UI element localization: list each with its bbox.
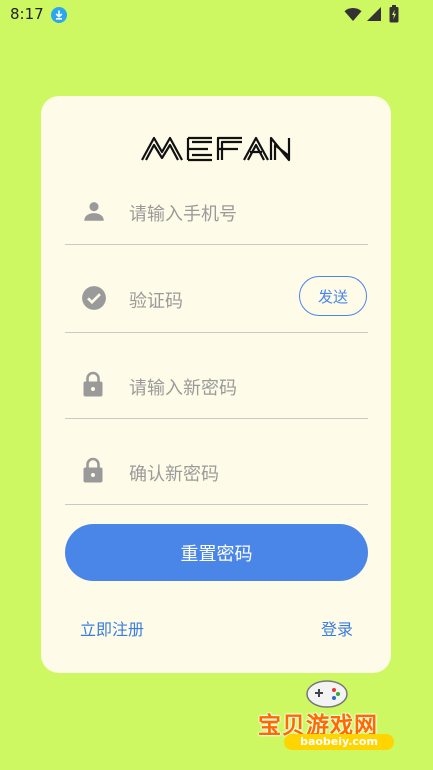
code-field[interactable]: 验证码 发送 xyxy=(65,244,368,333)
lock-icon xyxy=(83,457,103,483)
status-bar: 8:17 xyxy=(0,0,433,30)
gamepad-icon xyxy=(306,680,348,708)
watermark: 宝贝游戏网 baobeiy.com xyxy=(258,676,433,770)
lock-icon xyxy=(83,371,103,397)
confirm-password-input[interactable]: 确认新密码 xyxy=(129,460,219,486)
watermark-url: baobeiy.com xyxy=(284,734,394,750)
wifi-icon xyxy=(344,8,362,21)
reset-password-button[interactable]: 重置密码 xyxy=(65,524,368,581)
login-link[interactable]: 登录 xyxy=(321,616,353,640)
phone-input[interactable]: 请输入手机号 xyxy=(129,200,237,226)
code-input[interactable]: 验证码 xyxy=(129,287,183,313)
check-circle-icon xyxy=(82,286,106,310)
download-icon xyxy=(51,7,67,23)
reset-password-card: 请输入手机号 验证码 发送 请输入新密码 确认新密码 重置密码 立即注册 登录 xyxy=(41,96,391,673)
phone-field[interactable]: 请输入手机号 xyxy=(65,156,368,245)
send-code-button[interactable]: 发送 xyxy=(299,276,367,316)
battery-icon xyxy=(389,5,399,23)
confirm-password-field[interactable]: 确认新密码 xyxy=(65,416,368,505)
register-link[interactable]: 立即注册 xyxy=(80,616,144,640)
person-icon xyxy=(84,202,104,221)
signal-icon xyxy=(367,7,381,21)
new-password-field[interactable]: 请输入新密码 xyxy=(65,330,368,419)
status-time: 8:17 xyxy=(10,5,44,23)
new-password-input[interactable]: 请输入新密码 xyxy=(129,374,237,400)
